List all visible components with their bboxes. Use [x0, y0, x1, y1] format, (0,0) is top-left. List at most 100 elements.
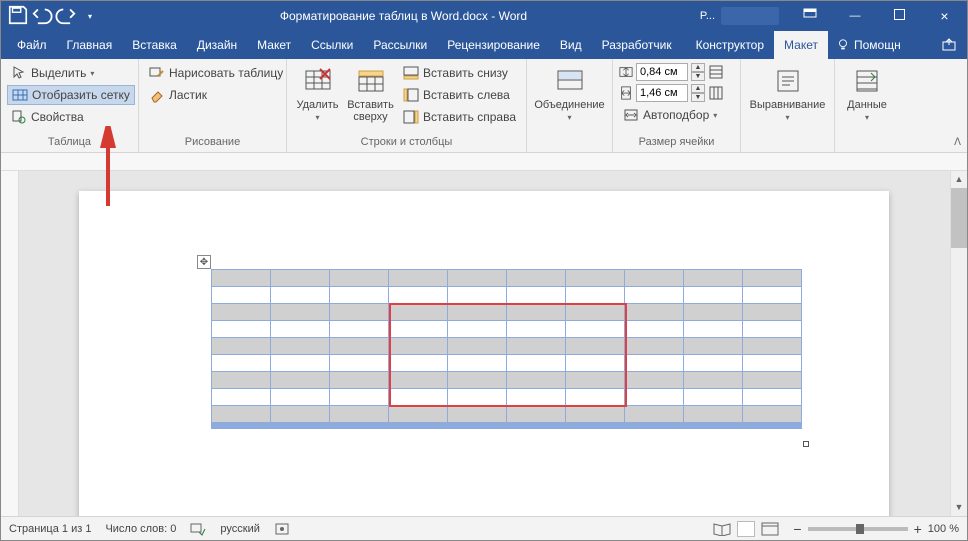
spin-down[interactable]: ▼ [691, 93, 705, 102]
row-height: ▲▼ [619, 63, 724, 81]
page-area[interactable]: ✥ [19, 171, 950, 516]
page[interactable]: ✥ [79, 191, 889, 516]
status-language[interactable]: русский [220, 523, 259, 535]
web-layout-icon[interactable] [761, 522, 779, 536]
maximize-button[interactable] [877, 1, 922, 31]
insert-below-label: Вставить снизу [423, 66, 508, 80]
distribute-cols-icon[interactable] [708, 85, 724, 101]
read-mode-icon[interactable] [713, 522, 731, 536]
table-row [212, 355, 802, 372]
tab-mailings[interactable]: Рассылки [363, 31, 437, 59]
zoom-out-button[interactable]: − [793, 521, 801, 537]
spin-up[interactable]: ▲ [691, 63, 705, 72]
autofit-icon [623, 107, 639, 123]
tab-table-design[interactable]: Конструктор [686, 31, 774, 59]
ribbon-options-icon [803, 8, 817, 25]
merge-button[interactable]: Объединение ▾ [533, 63, 606, 122]
macro-icon[interactable] [274, 522, 290, 536]
eraser-button[interactable]: Ластик [145, 85, 287, 105]
tab-review[interactable]: Рецензирование [437, 31, 550, 59]
share-button[interactable] [931, 31, 967, 59]
data-button[interactable]: Данные ▾ [841, 63, 893, 122]
title-right: P... [700, 7, 787, 25]
lightbulb-icon [836, 38, 850, 52]
zoom-control: − + 100 % [793, 521, 959, 537]
insert-below-button[interactable]: Вставить снизу [399, 63, 520, 83]
row-height-input[interactable] [636, 63, 688, 81]
ribbon: Выделить ▾ Отобразить сетку Свойства Таб… [1, 59, 967, 153]
zoom-level[interactable]: 100 % [928, 523, 959, 535]
tab-view[interactable]: Вид [550, 31, 592, 59]
properties-button[interactable]: Свойства [7, 107, 135, 127]
insert-right-button[interactable]: Вставить справа [399, 107, 520, 127]
user-indicator[interactable]: P... [700, 10, 715, 22]
ruler-horizontal[interactable] [1, 153, 967, 171]
chevron-down-icon: ▾ [785, 113, 789, 122]
workspace: ✥ ▲ ▼ [1, 153, 967, 516]
scroll-up-icon[interactable]: ▲ [951, 171, 967, 188]
qat-customize-button[interactable]: ▾ [79, 5, 101, 27]
group-data: Данные ▾ [835, 59, 899, 152]
tab-file[interactable]: Файл [7, 31, 57, 59]
tab-insert[interactable]: Вставка [122, 31, 187, 59]
window-controls: — × [787, 1, 967, 31]
ribbon-options-button[interactable] [787, 1, 832, 31]
undo-button[interactable] [31, 5, 53, 27]
insert-above-button[interactable]: Вставить сверху [346, 63, 395, 123]
alignment-button[interactable]: Выравнивание ▾ [747, 63, 828, 122]
insert-above-label: Вставить сверху [346, 99, 395, 123]
print-layout-button[interactable] [737, 521, 755, 537]
zoom-in-button[interactable]: + [914, 521, 922, 537]
spin-up[interactable]: ▲ [691, 84, 705, 93]
view-mode-buttons [713, 521, 779, 537]
close-icon: × [940, 8, 948, 24]
vertical-scrollbar[interactable]: ▲ ▼ [950, 171, 967, 516]
scroll-down-icon[interactable]: ▼ [951, 499, 967, 516]
share-icon [941, 37, 957, 53]
chevron-down-icon: ▾ [865, 113, 869, 122]
select-button[interactable]: Выделить ▾ [7, 63, 135, 83]
properties-label: Свойства [31, 110, 84, 124]
scroll-thumb[interactable] [951, 188, 967, 248]
zoom-thumb[interactable] [856, 524, 864, 534]
chevron-down-icon: ▾ [567, 113, 571, 122]
spellcheck-icon[interactable] [190, 522, 206, 536]
spin-down[interactable]: ▼ [691, 72, 705, 81]
tab-references[interactable]: Ссылки [301, 31, 363, 59]
status-words[interactable]: Число слов: 0 [105, 523, 176, 535]
status-page[interactable]: Страница 1 из 1 [9, 523, 91, 535]
save-button[interactable] [7, 5, 29, 27]
data-label: Данные [847, 99, 887, 111]
table-row [212, 321, 802, 338]
tab-table-layout[interactable]: Макет [774, 31, 828, 59]
group-data-label [841, 134, 893, 152]
undo-icon [31, 4, 53, 29]
tell-me[interactable]: Помощн [828, 31, 909, 59]
minimize-button[interactable]: — [832, 1, 877, 31]
view-gridlines-button[interactable]: Отобразить сетку [7, 85, 135, 105]
collapse-ribbon-button[interactable]: ᐱ [954, 137, 961, 148]
close-button[interactable]: × [922, 1, 967, 31]
col-width-input[interactable] [636, 84, 688, 102]
zoom-slider[interactable] [808, 527, 908, 531]
table-resize-handle[interactable] [803, 441, 809, 447]
autofit-button[interactable]: Автоподбор ▾ [619, 105, 724, 125]
tab-home[interactable]: Главная [57, 31, 123, 59]
delete-button[interactable]: Удалить ▾ [293, 63, 342, 122]
autofit-label: Автоподбор [643, 108, 709, 122]
tab-design[interactable]: Дизайн [187, 31, 247, 59]
insert-left-button[interactable]: Вставить слева [399, 85, 520, 105]
chevron-down-icon: ▾ [316, 113, 320, 122]
redo-button[interactable] [55, 5, 77, 27]
table-move-handle[interactable]: ✥ [197, 255, 211, 269]
draw-table-button[interactable]: Нарисовать таблицу [145, 63, 287, 83]
col-width: ▲▼ [619, 84, 724, 102]
ruler-vertical[interactable] [1, 171, 19, 516]
tab-developer[interactable]: Разработчик [592, 31, 682, 59]
alignment-icon [772, 65, 804, 97]
tab-layout[interactable]: Макет [247, 31, 301, 59]
callout-arrow [96, 126, 120, 212]
chevron-down-icon: ▾ [713, 111, 717, 120]
distribute-rows-icon[interactable] [708, 64, 724, 80]
document-table[interactable] [211, 269, 802, 429]
